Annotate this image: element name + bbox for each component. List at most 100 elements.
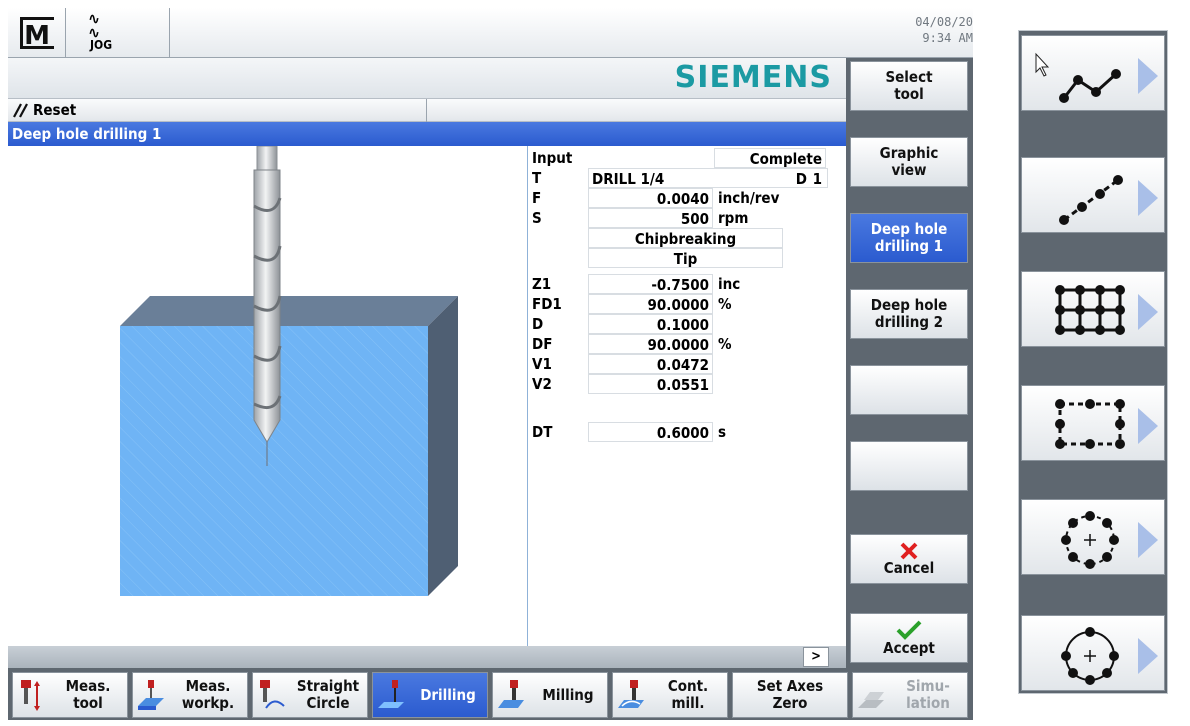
drilling-softkey[interactable]: Drilling [372, 672, 488, 718]
param-label-v1: V1 [532, 355, 552, 373]
param-row-mode2: Tip [528, 248, 846, 268]
milling-softkey[interactable]: Milling [492, 672, 608, 718]
horizontal-softkey-bar: Meas. tool Meas. workp. Straight Circle Dri… [8, 668, 973, 720]
brand-row: SIEMENS [8, 58, 846, 98]
cancel-softkey[interactable]: Cancel [850, 534, 968, 584]
softkey-label: Accept [883, 638, 935, 657]
softkey-label: Straight [296, 677, 360, 695]
feed-unit: inch/rev [718, 189, 780, 207]
cancel-x-icon [900, 542, 918, 559]
d-label: D [795, 170, 807, 188]
input-select[interactable]: Complete [714, 148, 826, 168]
param-row-s: S 500 rpm [528, 208, 846, 228]
v1-input[interactable]: 0.0472 [588, 354, 713, 374]
softkey-label: Zero [772, 694, 808, 712]
cont-mill-softkey[interactable]: Cont. mill. [612, 672, 728, 718]
cycle-title: Deep hole drilling 1 [8, 122, 846, 146]
graphic-view-softkey[interactable]: Graphic view [850, 137, 968, 187]
softkey-label: view [891, 161, 927, 179]
softkey-label: Meas. [185, 677, 231, 695]
param-label-t: T [532, 169, 542, 187]
straight-circle-icon [253, 675, 289, 715]
select-tool-softkey[interactable]: Select tool [850, 61, 968, 111]
jog-mode-indicator: ∿ ∿ JOG [66, 8, 170, 58]
param-label-fd1: FD1 [532, 295, 562, 313]
dt-unit: s [718, 423, 727, 441]
help-graphic [8, 145, 528, 646]
softkey-label: drilling 1 [874, 237, 944, 255]
fd1-input[interactable]: 90.0000 [588, 294, 713, 314]
jog-wave-icon: ∿ ∿ [88, 9, 101, 42]
param-row-df: DF 90.0000 % [528, 334, 846, 354]
param-label-f: F [532, 189, 542, 207]
softkey-label: Deep hole [870, 220, 948, 238]
param-label-dt: DT [532, 423, 553, 441]
contour-milling-icon [613, 675, 649, 715]
reset-label: Reset [33, 101, 77, 119]
v2-input[interactable]: 0.0551 [588, 374, 713, 394]
depth-reference-select[interactable]: Tip [588, 248, 783, 268]
milling-icon [493, 675, 529, 715]
softkey-label: tool [73, 694, 103, 712]
tool-field[interactable]: DRILL 1/4 D 1 [588, 168, 828, 188]
frame-positions-softkey[interactable] [1021, 385, 1165, 461]
accept-softkey[interactable]: Accept [850, 613, 968, 663]
vertical-softkey-bar: Select tool Graphic view Deep hole drill… [846, 58, 973, 668]
softkey-label: Cancel [883, 558, 935, 577]
frame-positions-icon [1055, 399, 1158, 449]
pitch-circle-positions-softkey[interactable] [1021, 615, 1165, 691]
param-row-f: F 0.0040 inch/rev [528, 188, 846, 208]
machine-area-icon[interactable]: M [8, 8, 66, 58]
meas-workp-softkey[interactable]: Meas. workp. [132, 672, 248, 718]
param-label-v2: V2 [532, 375, 552, 393]
softkey-label: Cont. [667, 677, 709, 695]
full-circle-positions-softkey[interactable] [1021, 499, 1165, 575]
softkey-label: mill. [671, 694, 705, 712]
deep-hole-drilling-2-softkey[interactable]: Deep hole drilling 2 [850, 289, 968, 339]
softkey-label: Drilling [420, 685, 476, 704]
param-row-mode1: Chipbreaking [528, 228, 846, 248]
param-row-dt: DT 0.6000 s [528, 422, 846, 442]
machining-type-select[interactable]: Chipbreaking [588, 228, 783, 248]
deep-hole-drilling-illustration [120, 145, 458, 596]
dt-input[interactable]: 0.6000 [588, 422, 713, 442]
param-row-v1: V1 0.0472 [528, 354, 846, 374]
param-row-v2: V2 0.0551 [528, 374, 846, 394]
softkey-label: lation [906, 694, 950, 712]
param-row-z1: Z1 -0.7500 inc [528, 274, 846, 294]
line-positions-softkey[interactable] [1021, 157, 1165, 233]
z1-input[interactable]: -0.7500 [588, 274, 713, 294]
param-label-d: D [532, 315, 544, 333]
param-row-fd1: FD1 90.0000 % [528, 294, 846, 314]
channel-status-row: Reset [8, 98, 846, 123]
df-input[interactable]: 90.0000 [588, 334, 713, 354]
empty-softkey-5[interactable] [850, 365, 968, 415]
arbitrary-positions-softkey[interactable] [1021, 35, 1165, 111]
scroll-right-button[interactable]: > [803, 647, 829, 667]
meas-tool-softkey[interactable]: Meas. tool [12, 672, 128, 718]
feed-input[interactable]: 0.0040 [588, 188, 713, 208]
softkey-label: Simu- [906, 677, 950, 695]
deep-hole-drilling-1-softkey[interactable]: Deep hole drilling 1 [850, 213, 968, 263]
softkey-label: Set Axes [756, 677, 824, 695]
position-pattern-panel [1018, 30, 1168, 694]
softkey-label: tool [894, 85, 924, 103]
date-time: 04/08/20 9:34 AM [915, 14, 973, 46]
speed-input[interactable]: 500 [588, 208, 713, 228]
df-unit: % [718, 335, 732, 353]
param-row-input: Input Complete [528, 148, 846, 168]
softkey-label: drilling 2 [874, 313, 944, 331]
parameter-panel: Input Complete T DRILL 1/4 D 1 F 0.0040 … [528, 146, 846, 646]
measure-workpiece-icon [133, 675, 169, 715]
fd1-unit: % [718, 295, 732, 313]
empty-softkey-6[interactable] [850, 441, 968, 491]
simulation-softkey[interactable]: Simu-lation [852, 672, 968, 718]
header-bar: M ∿ ∿ JOG 04/08/20 9:34 AM [8, 8, 973, 58]
d-input[interactable]: 0.1000 [588, 314, 713, 334]
grid-positions-softkey[interactable] [1021, 271, 1165, 347]
time-label: 9:34 AM [922, 31, 973, 45]
softkey-label: Select [885, 68, 933, 86]
straight-circle-softkey[interactable]: Straight Circle [252, 672, 368, 718]
set-axes-zero-softkey[interactable]: Set Axes Zero [732, 672, 848, 718]
softkey-label: Meas. [65, 677, 111, 695]
